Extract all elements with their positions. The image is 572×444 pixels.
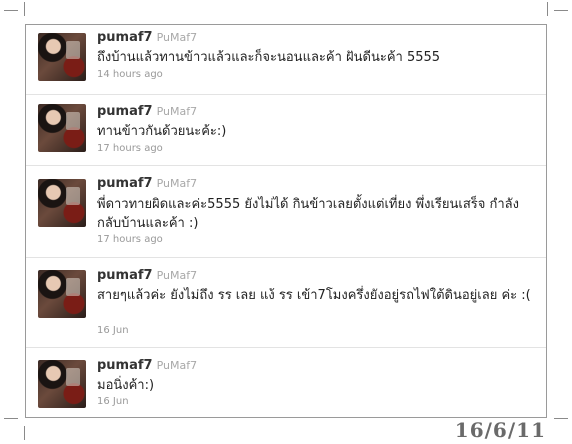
display-name: PuMaf7 [156, 105, 198, 118]
tweet-text: ถึงบ้านแล้วทานข้าวแล้วและก็จะนอนและค้า ฝ… [97, 50, 441, 65]
tweet-header: pumaf7 PuMaf7 [97, 176, 197, 191]
username-link[interactable]: pumaf7 [97, 358, 153, 373]
tweet-header: pumaf7 PuMaf7 [97, 104, 197, 119]
tweet-timeline: pumaf7 PuMaf7 ถึงบ้านแล้วทานข้าวแล้วและก็… [25, 24, 547, 418]
date-stamp: 16/6/11 [454, 418, 546, 442]
tweet-item: pumaf7 PuMaf7 พี่ดาวทายผิดและค่ะ5555 ยังไ… [26, 166, 546, 258]
avatar[interactable] [38, 270, 86, 318]
tweet-header: pumaf7 PuMaf7 [97, 358, 197, 373]
tweet-item: pumaf7 PuMaf7 สายๆแล้วค่ะ ยังไม่ถึง รร เล… [26, 258, 546, 348]
avatar[interactable] [38, 104, 86, 152]
tweet-text: ทานข้าวกันด้วยนะค้ะ:) [97, 124, 227, 139]
username-link[interactable]: pumaf7 [97, 30, 153, 45]
tweet-timestamp-link[interactable]: 17 hours ago [97, 234, 163, 245]
crop-mark [4, 418, 18, 419]
display-name: PuMaf7 [156, 359, 198, 372]
crop-mark [554, 10, 568, 11]
tweet-timestamp-link[interactable]: 17 hours ago [97, 143, 163, 154]
username-link[interactable]: pumaf7 [97, 268, 153, 283]
username-link[interactable]: pumaf7 [97, 176, 153, 191]
crop-mark [554, 418, 568, 419]
username-link[interactable]: pumaf7 [97, 104, 153, 119]
tweet-item: pumaf7 PuMaf7 มอนิ่งค้า:) 16 Jun [26, 348, 546, 418]
display-name: PuMaf7 [156, 269, 198, 282]
tweet-item: pumaf7 PuMaf7 ถึงบ้านแล้วทานข้าวแล้วและก็… [26, 25, 546, 95]
tweet-header: pumaf7 PuMaf7 [97, 30, 197, 45]
display-name: PuMaf7 [156, 177, 198, 190]
crop-mark [547, 2, 548, 16]
avatar[interactable] [38, 179, 86, 227]
avatar[interactable] [38, 360, 86, 408]
tweet-timestamp-link[interactable]: 14 hours ago [97, 69, 163, 80]
avatar[interactable] [38, 33, 86, 81]
tweet-text: มอนิ่งค้า:) [97, 378, 155, 393]
tweet-text: สายๆแล้วค่ะ ยังไม่ถึง รร เลย แง้ รร เข้า… [97, 288, 531, 303]
crop-mark [24, 426, 25, 440]
tweet-timestamp-link[interactable]: 16 Jun [97, 396, 129, 407]
tweet-text: พี่ดาวทายผิดและค่ะ5555 ยังไม่ได้ กินข้าว… [97, 197, 519, 231]
tweet-item: pumaf7 PuMaf7 ทานข้าวกันด้วยนะค้ะ:) 17 ho… [26, 95, 546, 166]
tweet-header: pumaf7 PuMaf7 [97, 268, 197, 283]
crop-mark [24, 2, 25, 16]
crop-mark [4, 10, 18, 11]
tweet-timestamp-link[interactable]: 16 Jun [97, 325, 129, 336]
display-name: PuMaf7 [156, 31, 198, 44]
